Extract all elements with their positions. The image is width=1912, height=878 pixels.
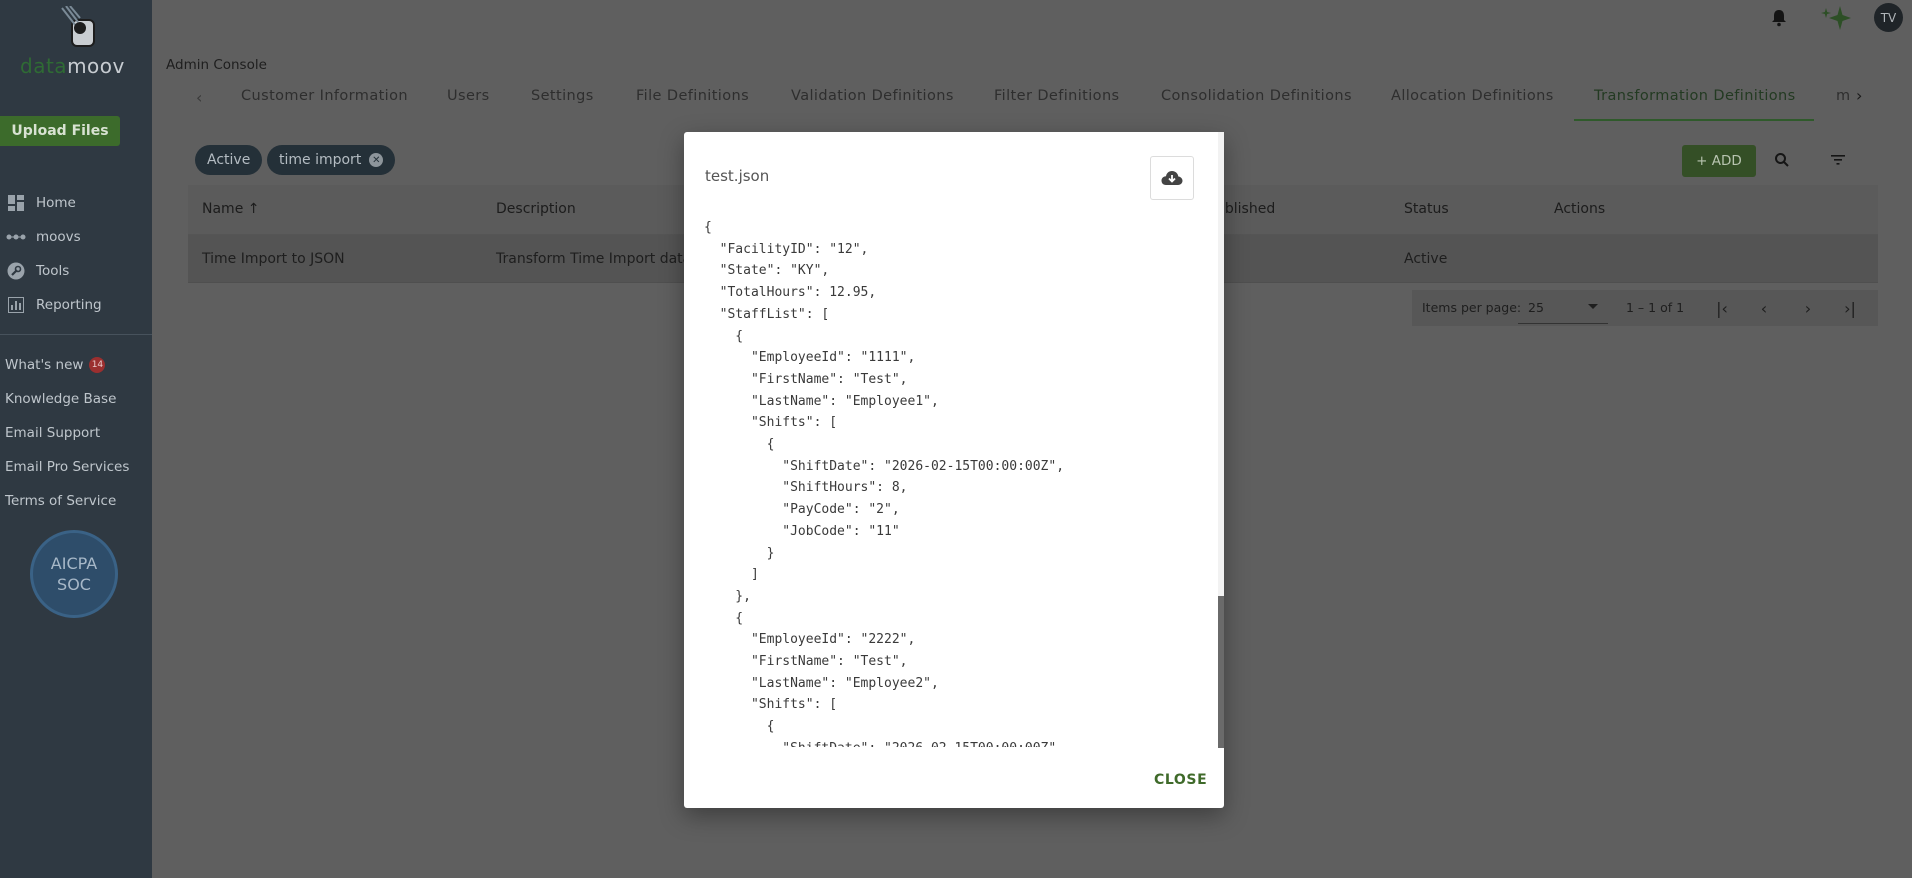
column-header-status[interactable]: Status <box>1404 201 1449 217</box>
cell-name: Time Import to JSON <box>202 251 345 267</box>
sidebar-divider <box>0 334 152 335</box>
knowledge-base-link[interactable]: Knowledge Base <box>0 382 129 416</box>
email-support-link[interactable]: Email Support <box>0 416 129 450</box>
wrench-icon <box>6 262 26 280</box>
dialog-title: test.json <box>705 167 770 185</box>
column-header-published[interactable]: ublished <box>1216 201 1275 217</box>
sidebar-item-moovs[interactable]: moovs <box>0 220 152 254</box>
sidebar-item-label: Home <box>36 195 76 211</box>
soc-badge-line1: AICPA <box>50 554 98 573</box>
sidebar-item-label: moovs <box>36 229 81 245</box>
paginator: Items per page: 25 1 – 1 of 1 |‹ ‹ › ›| <box>1412 290 1878 326</box>
tab-customer-information[interactable]: Customer Information <box>241 88 408 104</box>
logo-mark-icon <box>61 6 95 47</box>
tabs-next-chevron-icon[interactable]: › <box>1856 86 1862 105</box>
active-tab-indicator <box>1574 119 1814 121</box>
column-header-name[interactable]: Name ↑ <box>202 201 260 217</box>
next-page-icon[interactable]: › <box>1798 298 1818 318</box>
page-title: Admin Console <box>166 57 267 73</box>
sidebar-item-tools[interactable]: Tools <box>0 254 152 288</box>
sidebar-item-label: Tools <box>36 263 70 279</box>
prev-page-icon[interactable]: ‹ <box>1754 298 1774 318</box>
tab-more-truncated[interactable]: m <box>1836 88 1851 104</box>
column-header-description[interactable]: Description <box>496 201 576 217</box>
tab-users[interactable]: Users <box>447 88 490 104</box>
email-pro-services-link[interactable]: Email Pro Services <box>0 450 129 484</box>
json-text: { "FacilityID": "12", "State": "KY", "To… <box>704 220 1065 747</box>
last-page-icon[interactable]: ›| <box>1840 298 1860 318</box>
logo[interactable]: datamoov <box>20 0 132 80</box>
tab-settings[interactable]: Settings <box>531 88 594 104</box>
tab-file-definitions[interactable]: File Definitions <box>636 88 749 104</box>
chip-label: time import <box>279 152 362 168</box>
whats-new-link[interactable]: What's new 14 <box>0 348 129 382</box>
chart-icon <box>6 297 26 313</box>
avatar[interactable]: TV <box>1874 3 1903 32</box>
dashboard-icon <box>6 195 26 211</box>
cell-description: Transform Time Import data <box>496 251 692 267</box>
whats-new-label: What's new <box>5 357 84 373</box>
filter-chip-active[interactable]: Active <box>195 145 263 175</box>
tab-bar: Customer Information Users Settings File… <box>190 80 1870 120</box>
cell-status: Active <box>1404 251 1448 267</box>
items-per-page-label: Items per page: <box>1422 300 1522 315</box>
sort-arrow-up-icon: ↑ <box>247 201 260 217</box>
tab-consolidation-definitions[interactable]: Consolidation Definitions <box>1161 88 1352 104</box>
tab-filter-definitions[interactable]: Filter Definitions <box>994 88 1120 104</box>
tab-transformation-definitions[interactable]: Transformation Definitions <box>1594 88 1796 104</box>
page-range-label: 1 – 1 of 1 <box>1626 300 1685 315</box>
topbar-actions: TV <box>1712 0 1912 36</box>
dropdown-caret-icon <box>1588 304 1598 309</box>
upload-files-button[interactable]: Upload Files <box>0 116 120 146</box>
sidebar-item-label: Reporting <box>36 297 102 313</box>
sidebar-nav: Home moovs Tools Reporting <box>0 186 152 322</box>
chip-label: Active <box>207 152 251 168</box>
terms-of-service-link[interactable]: Terms of Service <box>0 484 129 518</box>
logo-text: datamoov <box>20 54 125 78</box>
column-header-actions: Actions <box>1554 201 1606 217</box>
first-page-icon[interactable]: |‹ <box>1712 298 1732 318</box>
filter-chip-time-import[interactable]: time import ✕ <box>267 145 396 175</box>
sparkle-icon[interactable] <box>1820 5 1852 31</box>
sidebar: datamoov Upload Files Home moovs Tools R… <box>0 0 152 878</box>
bell-icon[interactable] <box>1770 9 1788 27</box>
filter-icon[interactable] <box>1830 152 1846 168</box>
sidebar-item-reporting[interactable]: Reporting <box>0 288 152 322</box>
sidebar-item-home[interactable]: Home <box>0 186 152 220</box>
scrollbar-thumb[interactable] <box>1218 596 1224 748</box>
download-button[interactable] <box>1150 156 1194 200</box>
remove-chip-icon[interactable]: ✕ <box>369 153 384 167</box>
json-content: { "FacilityID": "12", "State": "KY", "To… <box>704 217 1204 747</box>
aicpa-soc-badge: AICPA SOC <box>30 530 118 618</box>
page-size-value: 25 <box>1528 300 1544 315</box>
sidebar-links: What's new 14 Knowledge Base Email Suppo… <box>0 348 129 518</box>
json-preview-dialog: test.json { "FacilityID": "12", "State":… <box>684 132 1224 808</box>
add-button[interactable]: + ADD <box>1682 145 1756 177</box>
cloud-download-icon <box>1161 171 1183 185</box>
dots-icon <box>6 229 26 245</box>
page-size-select[interactable]: 25 <box>1518 290 1608 324</box>
tab-allocation-definitions[interactable]: Allocation Definitions <box>1391 88 1554 104</box>
soc-badge-line2: SOC <box>57 575 91 594</box>
search-icon[interactable] <box>1774 152 1790 168</box>
close-button[interactable]: CLOSE <box>1154 772 1207 788</box>
whats-new-badge: 14 <box>89 357 106 373</box>
tab-validation-definitions[interactable]: Validation Definitions <box>791 88 954 104</box>
